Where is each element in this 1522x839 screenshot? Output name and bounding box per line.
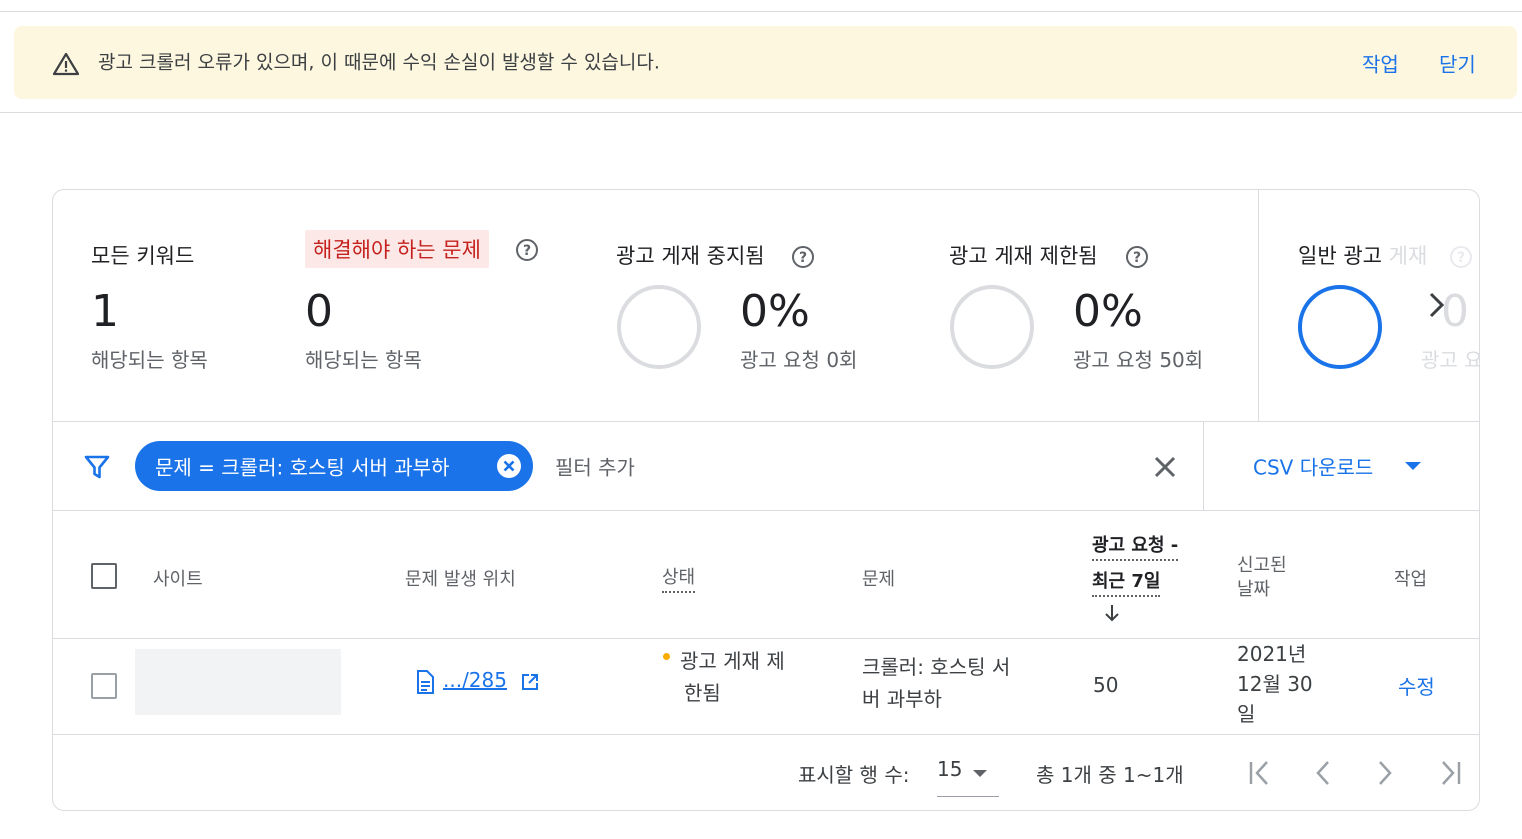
- svg-text:?: ?: [1457, 250, 1465, 266]
- sort-descending-icon[interactable]: [1103, 603, 1121, 623]
- dropdown-caret-icon[interactable]: [1405, 462, 1421, 470]
- stat-subtitle: 광고 요: [1421, 348, 1480, 372]
- issue-text: 크롤러: 호스팅 서: [862, 655, 1011, 679]
- banner-divider: [0, 112, 1522, 113]
- location-link[interactable]: .../285: [415, 664, 539, 696]
- next-page-icon[interactable]: [1369, 757, 1401, 789]
- csv-download-button[interactable]: CSV 다운로드: [1253, 452, 1373, 481]
- stats-separator: [1258, 190, 1259, 422]
- document-icon: [417, 669, 434, 694]
- stat-value: 0: [1441, 286, 1469, 337]
- help-icon[interactable]: ?: [1449, 245, 1473, 269]
- filter-icon[interactable]: [83, 453, 111, 481]
- open-in-new-icon[interactable]: [521, 673, 539, 691]
- filter-chip-label: 문제 = 크롤러: 호스팅 서버 과부하: [155, 455, 450, 480]
- rows-select-underline: [937, 796, 999, 797]
- stat-title: 해결해야 하는 문제: [305, 230, 489, 268]
- date-text: 12월 30: [1237, 672, 1313, 696]
- header-requests-line2[interactable]: 최근 7일: [1092, 567, 1161, 597]
- stat-subtitle: 해당되는 항목: [91, 348, 208, 372]
- date-text: 2021년: [1237, 642, 1307, 666]
- filter-separator: [1203, 422, 1204, 511]
- pagination-bar: 표시할 행 수: 15 총 1개 중 1~1개: [53, 735, 1479, 810]
- header-location[interactable]: 문제 발생 위치: [405, 565, 516, 591]
- svg-text:?: ?: [1133, 250, 1141, 266]
- stat-value: 0%: [1073, 286, 1143, 337]
- stat-value: 0%: [740, 286, 810, 337]
- stat-subtitle: 광고 요청 50회: [1073, 348, 1204, 372]
- status-text: 광고 게재 제: [680, 649, 785, 673]
- progress-ring: [950, 285, 1034, 369]
- location-link-text[interactable]: .../285: [443, 668, 507, 692]
- rows-per-page-label: 표시할 행 수:: [798, 763, 910, 787]
- site-placeholder: [135, 649, 341, 715]
- clear-filters-icon[interactable]: [1151, 453, 1179, 481]
- status-cell: 광고 게재 제 한됨: [663, 645, 785, 709]
- svg-text:?: ?: [523, 243, 531, 259]
- rows-dropdown-icon[interactable]: [973, 770, 987, 777]
- page-range-label: 총 1개 중 1~1개: [1036, 763, 1184, 787]
- remove-filter-icon[interactable]: [497, 454, 521, 478]
- select-all-checkbox[interactable]: [91, 563, 117, 589]
- header-site[interactable]: 사이트: [153, 565, 203, 591]
- rows-per-page-select[interactable]: 15: [937, 757, 962, 781]
- stat-subtitle: 광고 요청 0회: [740, 348, 858, 372]
- first-page-icon[interactable]: [1245, 757, 1277, 789]
- row-checkbox[interactable]: [91, 673, 117, 699]
- stats-row: 모든 키워드 1 해당되는 항목 해결해야 하는 문제 ? 0 해당되는 항목 …: [53, 190, 1480, 422]
- previous-page-icon[interactable]: [1307, 757, 1339, 789]
- warning-icon: [52, 52, 80, 76]
- header-requests-line1[interactable]: 광고 요청 -: [1092, 531, 1179, 561]
- stat-title: 모든 키워드: [91, 244, 195, 268]
- table-header: 사이트 문제 발생 위치 상태 문제 광고 요청 - 최근 7일 신고된 날짜 …: [53, 511, 1479, 639]
- stat-subtitle: 해당되는 항목: [305, 348, 422, 372]
- requests-cell: 50: [1093, 673, 1119, 697]
- banner-message: 광고 크롤러 오류가 있으며, 이 때문에 수익 손실이 발생할 수 있습니다.: [98, 51, 660, 74]
- banner-dismiss-button[interactable]: 닫기: [1439, 48, 1476, 77]
- edit-button[interactable]: 수정: [1398, 671, 1435, 703]
- header-reported-line2[interactable]: 날짜: [1237, 575, 1270, 601]
- stat-title: 광고 게재 중지됨: [616, 244, 765, 268]
- progress-ring: [1298, 285, 1382, 369]
- svg-text:?: ?: [799, 250, 807, 266]
- header-status[interactable]: 상태: [662, 563, 696, 593]
- header-action: 작업: [1394, 569, 1428, 590]
- help-icon[interactable]: ?: [1125, 245, 1149, 269]
- help-icon[interactable]: ?: [791, 245, 815, 269]
- reported-date-cell: 2021년 12월 30 일: [1237, 639, 1313, 729]
- help-icon[interactable]: ?: [515, 238, 539, 262]
- stat-title: 광고 게재 제한됨: [949, 244, 1098, 268]
- issue-cell: 크롤러: 호스팅 서 버 과부하: [862, 651, 1010, 715]
- filter-chip[interactable]: 문제 = 크롤러: 호스팅 서버 과부하: [135, 441, 533, 491]
- last-page-icon[interactable]: [1433, 757, 1465, 789]
- date-text: 일: [1237, 702, 1256, 726]
- header-reported-line1[interactable]: 신고된: [1237, 551, 1287, 577]
- banner-action-button[interactable]: 작업: [1362, 48, 1399, 77]
- warning-banner: 광고 크롤러 오류가 있으며, 이 때문에 수익 손실이 발생할 수 있습니다.…: [14, 26, 1517, 99]
- status-text: 한됨: [684, 681, 721, 705]
- progress-ring: [617, 285, 701, 369]
- add-filter-input[interactable]: 필터 추가: [555, 452, 635, 481]
- issue-text: 버 과부하: [862, 687, 942, 711]
- stat-value: 0: [305, 286, 333, 337]
- top-divider: [0, 11, 1522, 12]
- table-row: .../285 광고 게재 제 한됨 크롤러: 호스팅 서 버 과부하 50 2…: [53, 639, 1479, 735]
- issues-card: 모든 키워드 1 해당되는 항목 해결해야 하는 문제 ? 0 해당되는 항목 …: [52, 189, 1480, 811]
- stat-value: 1: [91, 286, 119, 337]
- status-dot: [663, 653, 670, 660]
- stat-title: 일반 광고 게재: [1298, 244, 1428, 268]
- filter-bar: 문제 = 크롤러: 호스팅 서버 과부하 필터 추가 CSV 다운로드: [53, 422, 1479, 511]
- header-issue[interactable]: 문제: [862, 565, 895, 591]
